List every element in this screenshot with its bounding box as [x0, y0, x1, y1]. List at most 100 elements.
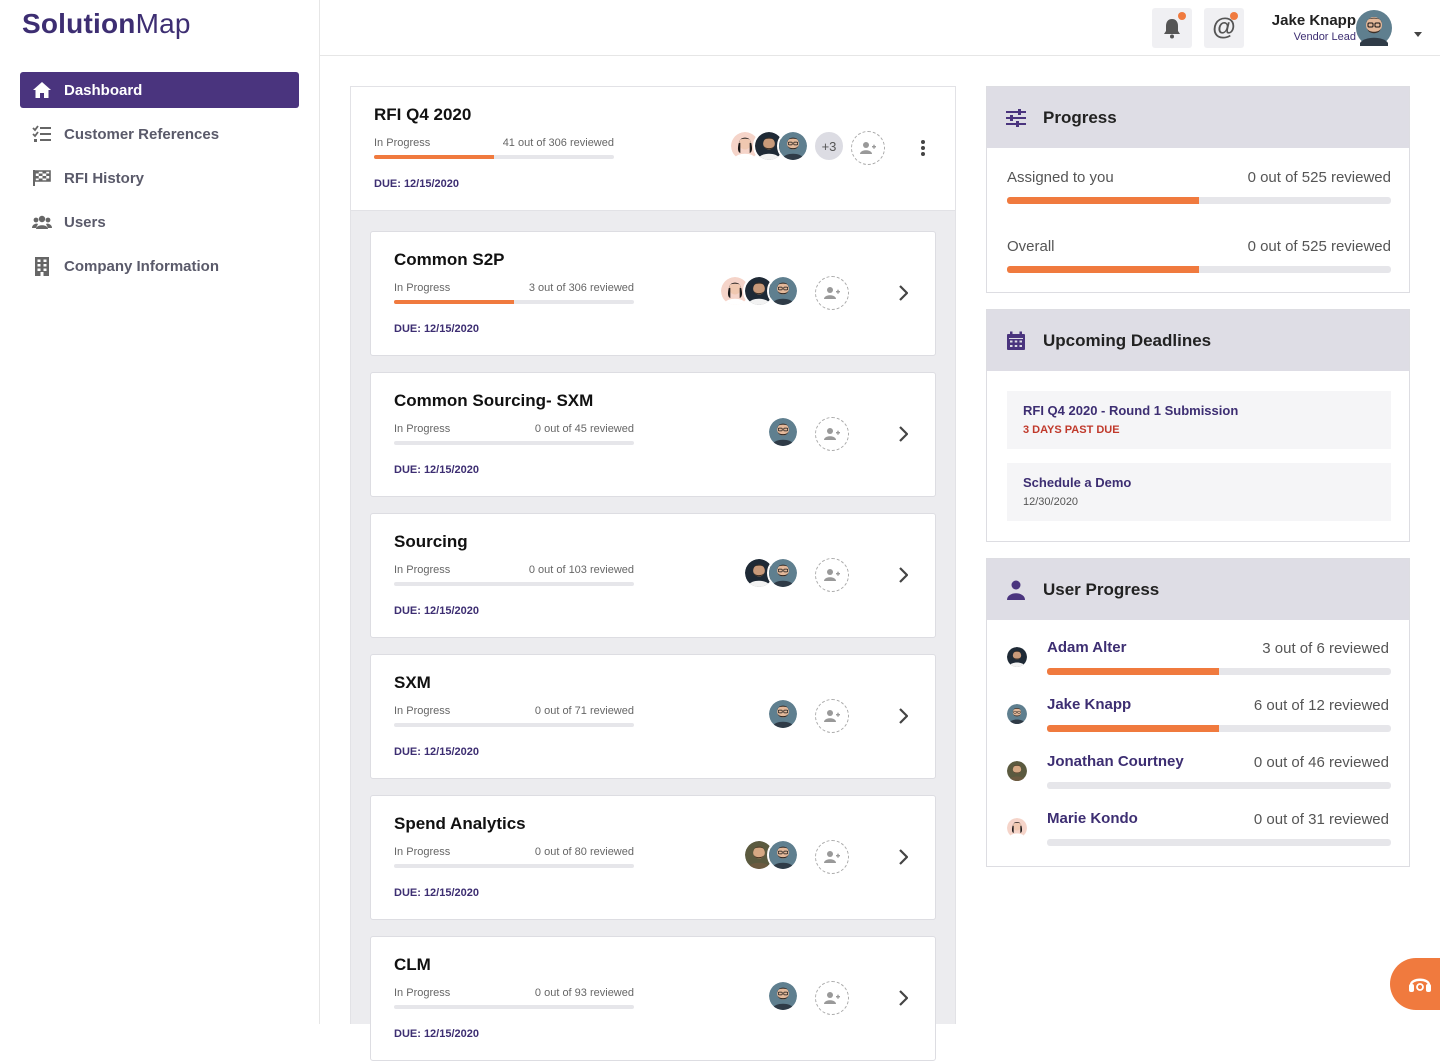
sidebar-item-dashboard[interactable]: Dashboard	[20, 72, 299, 108]
add-user-button[interactable]	[815, 558, 849, 592]
deadlines-panel-header: Upcoming Deadlines	[987, 310, 1409, 371]
section-due-date: DUE: 12/15/2020	[394, 464, 479, 476]
sidebar-item-label: Users	[64, 213, 106, 231]
section-avatar-group[interactable]	[767, 980, 799, 1012]
chevron-down-icon[interactable]	[1414, 24, 1422, 42]
user-progress-bar	[1047, 668, 1391, 675]
user-name[interactable]: Jake Knapp	[1272, 12, 1356, 29]
bell-icon	[1164, 19, 1180, 39]
app-logo[interactable]: SolutionMap	[22, 8, 191, 40]
open-section-button[interactable]	[893, 565, 913, 585]
section-progress-bar	[394, 582, 634, 586]
section-avatar-group[interactable]	[767, 698, 799, 730]
mentions-button[interactable]: @	[1204, 8, 1244, 48]
user-reviewed: 6 out of 12 reviewed	[1253, 697, 1389, 714]
user-reviewed: 0 out of 46 reviewed	[1253, 754, 1389, 771]
add-user-button[interactable]	[851, 131, 885, 165]
section-card[interactable]: CLM In Progress 0 out of 93 reviewed DUE…	[370, 936, 936, 1061]
add-user-button[interactable]	[815, 981, 849, 1015]
section-due-date: DUE: 12/15/2020	[394, 887, 479, 899]
section-status-row: In Progress 0 out of 80 reviewed	[394, 846, 634, 858]
section-due-date: DUE: 12/15/2020	[394, 605, 479, 617]
user-name: Marie Kondo	[1047, 810, 1138, 827]
top-bar: @ Jake Knapp Vendor Lead	[320, 0, 1440, 56]
add-user-button[interactable]	[815, 417, 849, 451]
open-section-button[interactable]	[893, 424, 913, 444]
sidebar-item-rfi-history[interactable]: RFI History	[20, 160, 299, 196]
building-icon	[32, 256, 52, 276]
flag-icon	[32, 168, 52, 188]
sidebar-item-label: Customer References	[64, 125, 220, 143]
section-status-row: In Progress 0 out of 93 reviewed	[394, 987, 634, 999]
section-reviewed: 0 out of 80 reviewed	[534, 846, 634, 858]
progress-panel-header: Progress	[987, 87, 1409, 148]
section-reviewed: 0 out of 93 reviewed	[534, 987, 634, 999]
chevron-right-icon	[899, 567, 908, 583]
progress-row-assigned: Assigned to you 0 out of 525 reviewed	[1007, 169, 1391, 186]
headset-icon	[1409, 978, 1431, 992]
section-avatar-group[interactable]	[767, 416, 799, 448]
panel-title: User Progress	[1043, 579, 1160, 599]
section-status: In Progress	[394, 846, 451, 858]
deadlines-panel: Upcoming Deadlines RFI Q4 2020 - Round 1…	[986, 309, 1410, 542]
user-progress-bar	[1047, 782, 1391, 789]
section-title: Sourcing	[394, 532, 468, 551]
open-section-button[interactable]	[893, 847, 913, 867]
sidebar-item-users[interactable]: Users	[20, 204, 299, 240]
user-icon	[1005, 579, 1027, 601]
open-section-button[interactable]	[893, 706, 913, 726]
sidebar-item-company-information[interactable]: Company Information	[20, 248, 299, 284]
section-card[interactable]: SXM In Progress 0 out of 71 reviewed DUE…	[370, 654, 936, 779]
help-button[interactable]	[1390, 958, 1440, 1010]
chevron-right-icon	[899, 708, 908, 724]
deadline-item[interactable]: RFI Q4 2020 - Round 1 Submission 3 DAYS …	[1007, 391, 1391, 449]
add-user-icon	[824, 428, 840, 440]
open-section-button[interactable]	[893, 988, 913, 1008]
deadline-item[interactable]: Schedule a Demo 12/30/2020	[1007, 463, 1391, 521]
section-card[interactable]: Common Sourcing- SXM In Progress 0 out o…	[370, 372, 936, 497]
more-options-button[interactable]	[913, 138, 933, 158]
section-title: SXM	[394, 673, 431, 692]
rfi-header-card[interactable]: RFI Q4 2020 In Progress 41 out of 306 re…	[351, 87, 955, 211]
section-reviewed: 0 out of 71 reviewed	[534, 705, 634, 717]
add-user-button[interactable]	[815, 276, 849, 310]
user-reviewed: 3 out of 6 reviewed	[1262, 640, 1389, 657]
home-icon	[32, 80, 52, 100]
section-progress-bar	[394, 300, 634, 304]
more-users-badge[interactable]: +3	[813, 130, 845, 162]
user-progress-panel-header: User Progress	[987, 559, 1409, 620]
section-avatar-group[interactable]	[743, 839, 799, 871]
open-section-button[interactable]	[893, 283, 913, 303]
avatar	[767, 980, 799, 1012]
panel-title: Upcoming Deadlines	[1043, 330, 1212, 350]
add-user-button[interactable]	[815, 840, 849, 874]
section-status: In Progress	[394, 423, 451, 435]
section-card[interactable]: Sourcing In Progress 0 out of 103 review…	[370, 513, 936, 638]
section-status: In Progress	[394, 564, 451, 576]
sidebar: SolutionMap Dashboard Customer Reference…	[0, 0, 320, 1024]
section-progress-bar	[394, 1005, 634, 1009]
section-status-row: In Progress 0 out of 71 reviewed	[394, 705, 634, 717]
sidebar-item-label: Dashboard	[64, 81, 143, 99]
sliders-icon	[1005, 107, 1027, 129]
sidebar-item-customer-references[interactable]: Customer References	[20, 116, 299, 152]
section-avatar-group[interactable]	[719, 275, 799, 307]
chevron-right-icon	[899, 285, 908, 301]
mention-dot	[1230, 12, 1238, 20]
deadline-status: 3 DAYS PAST DUE	[1023, 424, 1120, 436]
rfi-due-date: DUE: 12/15/2020	[374, 178, 459, 190]
section-card[interactable]: Spend Analytics In Progress 0 out of 80 …	[370, 795, 936, 920]
notifications-button[interactable]	[1152, 8, 1192, 48]
rfi-avatar-group[interactable]: +3	[729, 130, 845, 162]
add-user-button[interactable]	[815, 699, 849, 733]
section-card[interactable]: Common S2P In Progress 3 out of 306 revi…	[370, 231, 936, 356]
avatar	[1005, 702, 1029, 726]
notification-dot	[1178, 12, 1186, 20]
sidebar-nav: Dashboard Customer References RFI Histor…	[20, 72, 299, 292]
user-avatar[interactable]	[1356, 10, 1392, 51]
user-role: Vendor Lead	[1293, 31, 1356, 43]
rfi-status: In Progress	[374, 137, 431, 149]
add-user-icon	[824, 710, 840, 722]
rfi-status-row: In Progress 41 out of 306 reviewed	[374, 137, 614, 149]
section-avatar-group[interactable]	[743, 557, 799, 589]
